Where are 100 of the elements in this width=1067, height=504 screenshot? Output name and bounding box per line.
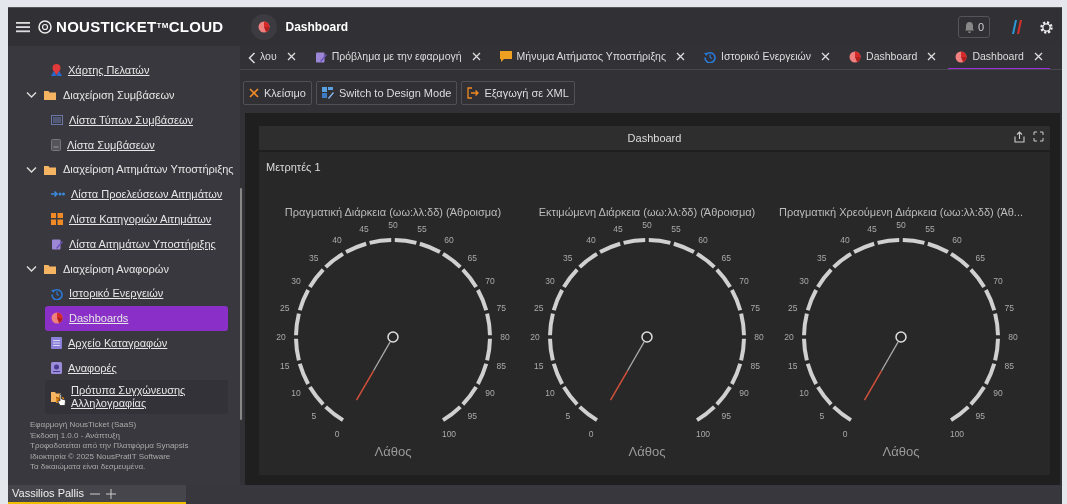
chevron-down-icon[interactable] [26,91,37,100]
tick-label: 95 [975,411,985,422]
history-icon [704,50,716,63]
chevron-left-icon[interactable] [248,51,256,64]
tick-label: 100 [441,429,457,439]
tab[interactable]: Dashboard [948,46,1050,69]
sidebar-item[interactable]: Λίστα Αιτημάτων Υποστήριξης [45,231,228,257]
tab[interactable]: Μήνυμα Αιτήματος Υποστήριξης [492,46,692,69]
settings-icon[interactable] [1039,19,1054,35]
tick-label: 65 [975,252,985,263]
sidebar-group[interactable]: Διαχείριση Αναφορών [8,256,240,282]
tick-label: 20 [530,332,540,342]
sidebar-item[interactable]: Λίστα Τύπων Συμβάσεων [45,107,228,133]
gauge-title: Εκτιμώμενη Διάρκεια (ωω:λλ:δδ) (Άθροισμα) [537,204,757,220]
share-icon[interactable] [1014,131,1025,143]
tick-label: 50 [642,220,652,230]
tab[interactable]: λου [256,46,303,69]
logo-text: NOUSTICKET$^{TM}$CLOUD [56,16,224,37]
close-icon [249,88,259,98]
tick-label: 30 [291,276,301,286]
notifications-button[interactable]: 0 [957,15,990,39]
close-icon[interactable] [1033,52,1043,61]
tick-label: 10 [291,388,301,398]
footer-text: Ιδιοκτησία © 2025 NousPratIT Software [30,451,172,462]
close-icon[interactable] [471,52,481,61]
tick-label: 80 [754,332,764,342]
toolbar-button[interactable]: Switch to Design Mode [315,81,458,105]
tick-label: 35 [817,252,827,263]
sidebar-item[interactable]: Λίστα Κατηγοριών Αιτημάτων [45,206,228,232]
tick-label: 0 [588,429,594,439]
sidebar-item[interactable]: Χάρτης Πελατών [45,58,228,83]
sidebar-item[interactable]: Λίστα Προελεύσεων Αιτημάτων [45,182,228,207]
tick-label: 30 [545,276,555,286]
toolbar-button[interactable]: Κλείσιμο [243,81,312,105]
tick-label: 100 [949,429,965,439]
plus-icon[interactable] [105,488,116,499]
tick-label: 55 [417,223,427,234]
sidebar-item[interactable]: Αναφορές [45,355,228,381]
tab[interactable]: Ιστορικό Ενεργειών [697,46,838,69]
sidebar-item[interactable]: Dashboards [45,305,228,331]
tick-label: 5 [311,411,317,422]
clipboard-icon [314,50,327,63]
sidebar-item[interactable]: Λίστα Συμβάσεων [45,132,228,158]
sidebar-item[interactable]: Ιστορικό Ενεργειών [45,281,228,306]
tick-label: 40 [332,235,342,245]
gauge-value: Λάθος [882,444,920,459]
report-icon [51,361,62,374]
pie-chart-icon [51,312,63,325]
tick-label: 100 [695,429,711,439]
folder-icon [44,164,56,175]
tick-label: 50 [388,220,398,230]
close-icon[interactable] [286,52,296,61]
message-icon [499,51,512,62]
chevron-down-icon[interactable] [26,264,37,273]
tick-label: 60 [952,235,962,245]
toolbar-button[interactable]: Εξαγωγή σε XML [461,81,575,105]
list-icon [51,115,63,125]
log-list-icon [51,337,62,350]
tick-label: 65 [467,252,477,263]
tick-label: 60 [698,235,708,245]
sidebar-item[interactable]: Αρχείο Καταγραφών [45,330,228,356]
tab[interactable]: Dashboard [842,46,944,69]
tick-label: 25 [534,303,544,313]
tick-label: 80 [500,332,510,342]
tick-label: 10 [799,388,809,398]
tick-label: 60 [444,235,454,245]
tick-label: 80 [1008,332,1018,342]
folder-icon [44,90,56,101]
layout-edit-icon [321,87,334,99]
fullscreen-icon[interactable] [1033,131,1044,142]
user-tab[interactable]: Vassilios Pallis [8,485,186,504]
gauge-title: Πραγματική Χρεούμενη Διάρκεια (ωω:λλ:δδ) (Άθ... [777,204,1024,220]
tick-label: 15 [534,361,544,371]
tick-label: 45 [867,223,877,234]
tick-label: 25 [280,303,290,313]
tick-label: 5 [565,411,571,422]
menu-icon[interactable] [16,21,30,33]
sidebar-group[interactable]: Διαχείριση Αιτημάτων Υποστήριξης [8,157,240,182]
tick-label: 70 [993,276,1003,286]
tick-label: 70 [485,276,495,286]
sidebar-item[interactable]: Πρότυπα Συγχώνευσης Αλληλογραφίας [45,380,228,415]
close-icon[interactable] [676,52,685,61]
footer-text: Εφαρμογή NousTicket (SaaS) [30,420,138,431]
tick-label: 0 [842,429,848,439]
hand-cursor-icon [57,394,66,407]
category-grid-icon [51,213,63,226]
history-icon [51,287,63,300]
sidebar-group[interactable]: Διαχείριση Συμβάσεων [8,82,240,108]
gauge-needle [355,331,399,401]
chevron-down-icon[interactable] [26,165,37,174]
panel-title: Dashboard [627,130,682,146]
map-pin-icon [51,64,62,77]
tick-label: 20 [784,332,794,342]
export-icon [467,87,480,99]
close-icon[interactable] [927,52,937,61]
tick-label: 85 [1004,361,1014,371]
logo-icon [38,20,52,34]
close-icon[interactable] [821,52,831,61]
tick-label: 15 [280,361,290,371]
tab[interactable]: Πρόβλημα με την εφαρμογή [307,46,488,69]
